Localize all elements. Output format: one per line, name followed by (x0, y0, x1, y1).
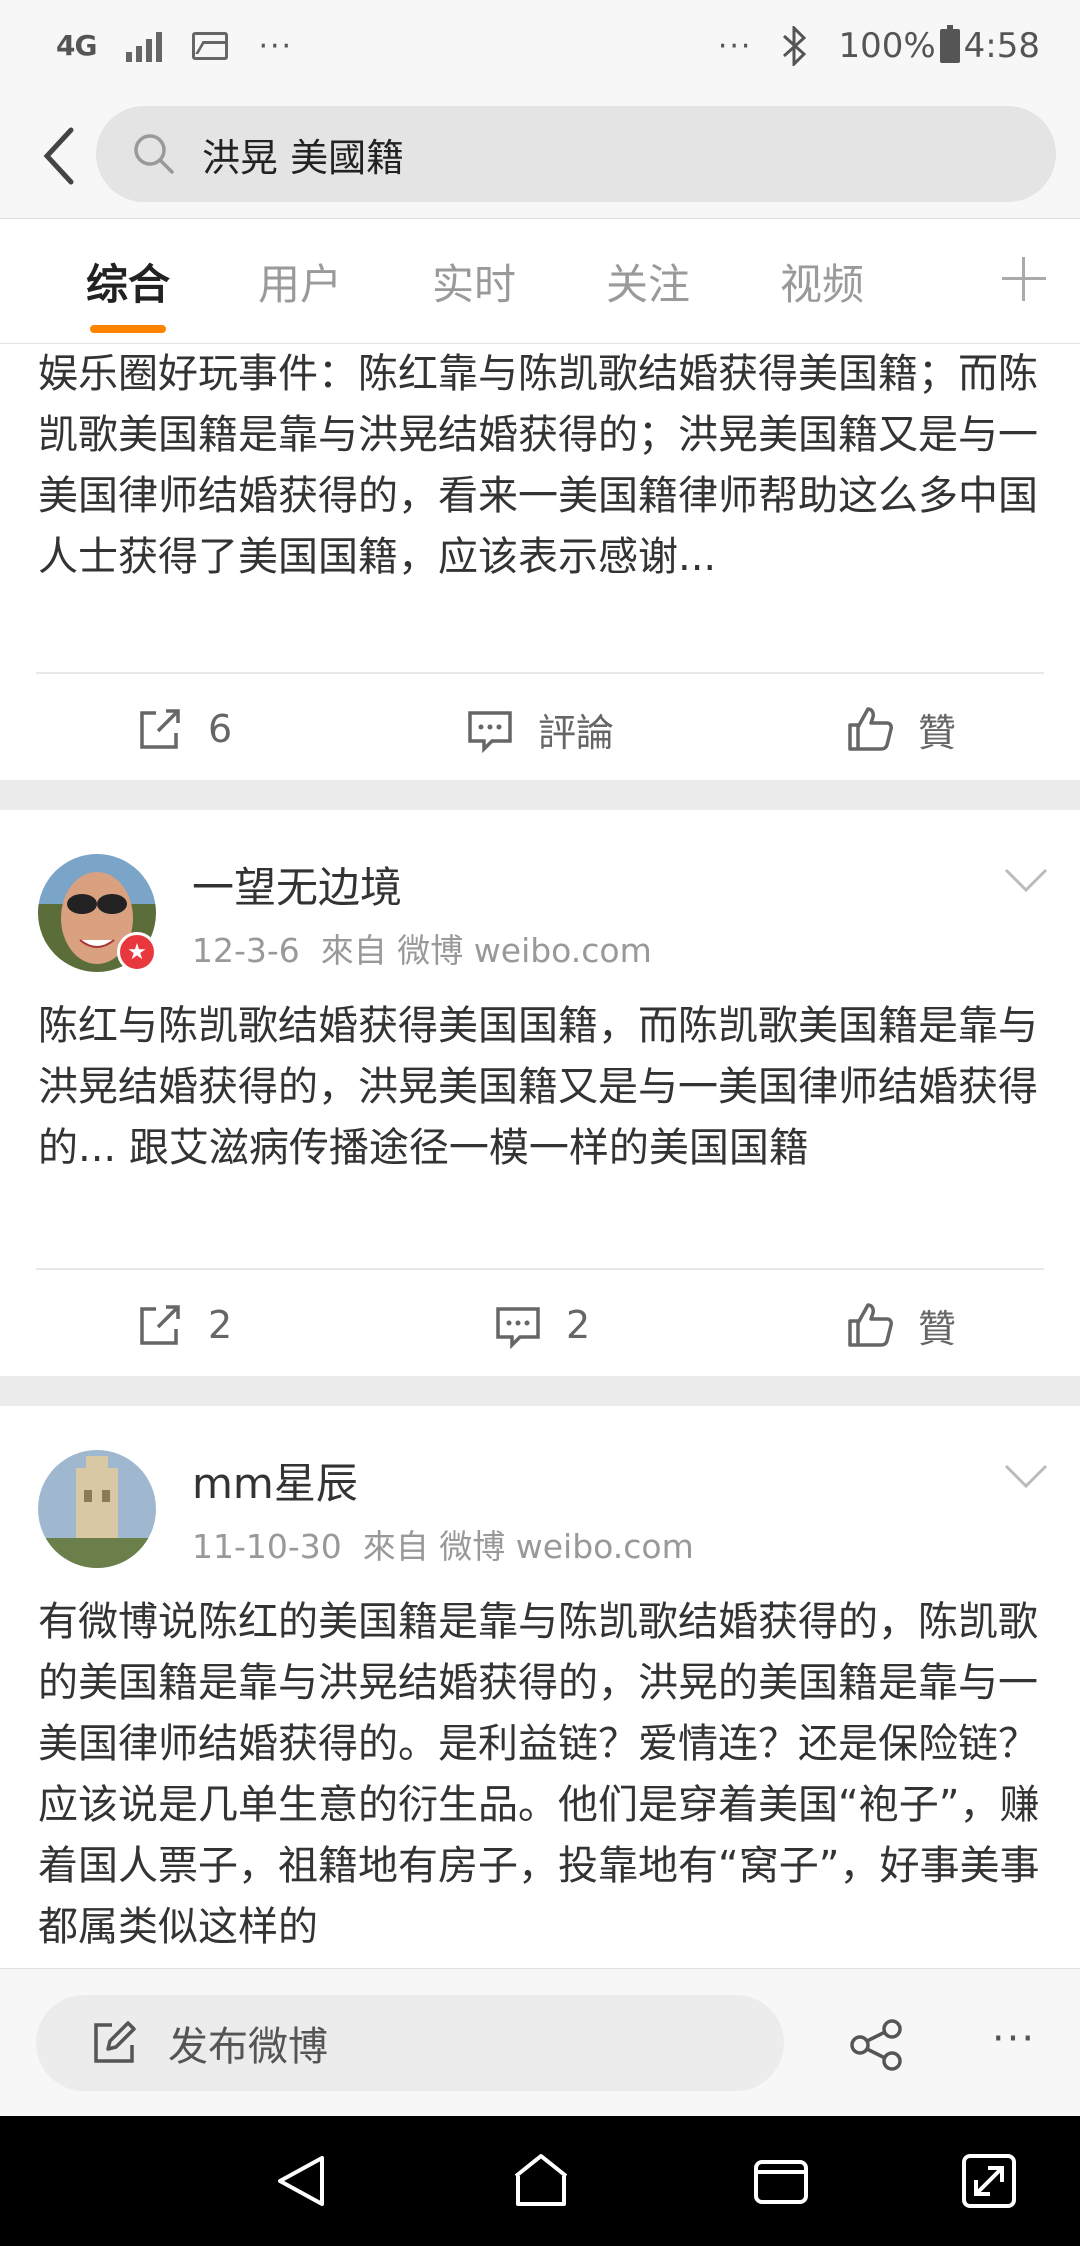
post-meta: 11-10-30 來自 微博 weibo.com (192, 1520, 694, 1568)
avatar-image (38, 1450, 156, 1568)
nav-recents-icon (754, 2160, 808, 2204)
tab-bar: 综合 用户 实时 关注 视频 (0, 218, 1080, 344)
comment-button[interactable]: 2 (494, 1270, 590, 1380)
expand-icon (962, 2154, 1016, 2208)
comment-label: 評論 (538, 710, 615, 755)
comment-count: 2 (566, 1303, 591, 1347)
post-card: mm星辰 11-10-30 來自 微博 weibo.com 有微博说陈红的美国籍… (0, 1406, 1080, 1968)
compose-button[interactable]: 发布微博 (36, 1995, 784, 2091)
post-meta: 12-3-6 來自 微博 weibo.com (192, 924, 652, 972)
tab-realtime[interactable]: 实时 (432, 219, 516, 343)
more-notifications-icon: ··· (258, 28, 294, 64)
edit-icon (94, 2021, 136, 2063)
more-options-button[interactable]: ··· (984, 2009, 1044, 2069)
post-text[interactable]: 娱乐圈好玩事件：陈红靠与陈凯歌结婚获得美国籍；而陈凯歌美国籍是靠与洪晃结婚获得的… (38, 344, 1048, 588)
comment-icon (468, 711, 512, 753)
post-card: 娱乐圈好玩事件：陈红靠与陈凯歌结婚获得美国籍；而陈凯歌美国籍是靠与洪晃结婚获得的… (0, 344, 1080, 780)
repost-icon (140, 709, 180, 749)
like-button[interactable]: 贊 (846, 1270, 956, 1380)
post-source: 來自 微博 weibo.com (320, 931, 652, 970)
screen: 4G ··· ··· 100% 4:58 洪晃 美國籍 综合 用户 实时 关注 … (0, 0, 1080, 2246)
user-name[interactable]: mm星辰 (192, 1450, 358, 1511)
repost-button[interactable]: 2 (136, 1270, 232, 1380)
post-source: 來自 微博 weibo.com (362, 1527, 694, 1566)
nav-back-button[interactable] (266, 2146, 336, 2216)
like-label: 贊 (918, 710, 957, 755)
clock: 4:58 (963, 26, 1040, 66)
system-nav-bar (0, 2116, 1080, 2246)
nav-home-button[interactable] (506, 2146, 576, 2216)
network-type: 4G (56, 29, 97, 62)
like-label: 贊 (918, 1306, 957, 1351)
signal-icon (126, 30, 163, 62)
search-query: 洪晃 美國籍 (202, 135, 405, 180)
chevron-down-icon[interactable] (1002, 1456, 1050, 1496)
back-arrow-icon (43, 127, 74, 185)
search-input[interactable]: 洪晃 美國籍 (96, 106, 1056, 202)
thumbs-up-icon (848, 1303, 893, 1347)
nav-recents-button[interactable] (746, 2146, 816, 2216)
tab-users[interactable]: 用户 (258, 219, 342, 343)
post-actions: 6 評論 贊 (0, 674, 1080, 784)
post-actions: 2 2 贊 (0, 1270, 1080, 1380)
battery-percent: 100% (838, 26, 936, 66)
repost-count: 2 (208, 1303, 233, 1347)
tab-following[interactable]: 关注 (606, 219, 690, 343)
user-name[interactable]: 一望无边境 (192, 854, 402, 915)
nav-expand-button[interactable] (954, 2146, 1024, 2216)
repost-button[interactable]: 6 (136, 674, 232, 784)
bottom-bar: 发布微博 ··· (0, 1968, 1080, 2116)
image-notification-icon (192, 32, 229, 60)
compose-label: 发布微博 (168, 2024, 328, 2070)
status-dots: ··· (717, 28, 753, 64)
chevron-down-icon[interactable] (1002, 860, 1050, 900)
nav-back-icon (278, 2156, 324, 2206)
add-tab-icon[interactable] (1002, 257, 1046, 301)
status-right: ··· 100% 4:58 (717, 25, 1040, 66)
nav-home-icon (514, 2154, 568, 2206)
post-card: ★ 一望无边境 12-3-6 來自 微博 weibo.com 陈红与陈凯歌结婚获… (0, 810, 1080, 1376)
battery-icon (939, 25, 960, 63)
comment-icon (496, 1307, 540, 1349)
repost-count: 6 (208, 707, 233, 751)
share-icon[interactable] (848, 2017, 904, 2073)
comment-button[interactable]: 評論 (466, 674, 614, 784)
tab-video[interactable]: 视频 (780, 219, 864, 343)
post-text[interactable]: 有微博说陈红的美国籍是靠与陈凯歌结婚获得的，陈凯歌的美国籍是靠与洪晃结婚获得的，… (38, 1592, 1048, 1958)
verified-badge-icon: ★ (117, 932, 157, 972)
post-date: 11-10-30 (192, 1527, 342, 1566)
like-button[interactable]: 贊 (846, 674, 956, 784)
active-tab-indicator (90, 325, 166, 333)
search-icon (134, 134, 174, 174)
avatar[interactable] (38, 1450, 156, 1568)
thumbs-up-icon (848, 707, 893, 751)
post-text[interactable]: 陈红与陈凯歌结婚获得美国国籍，而陈凯歌美国籍是靠与洪晃结婚获得的，洪晃美国籍又是… (38, 996, 1048, 1179)
bluetooth-icon (783, 26, 807, 66)
battery-status: 100% 4:58 (838, 25, 1040, 66)
repost-icon (140, 1305, 180, 1345)
back-button[interactable] (24, 116, 94, 196)
status-bar: 4G ··· ··· 100% 4:58 (0, 0, 1080, 92)
status-left: 4G ··· (56, 29, 293, 64)
search-header: 洪晃 美國籍 (0, 92, 1080, 218)
post-date: 12-3-6 (192, 931, 300, 970)
